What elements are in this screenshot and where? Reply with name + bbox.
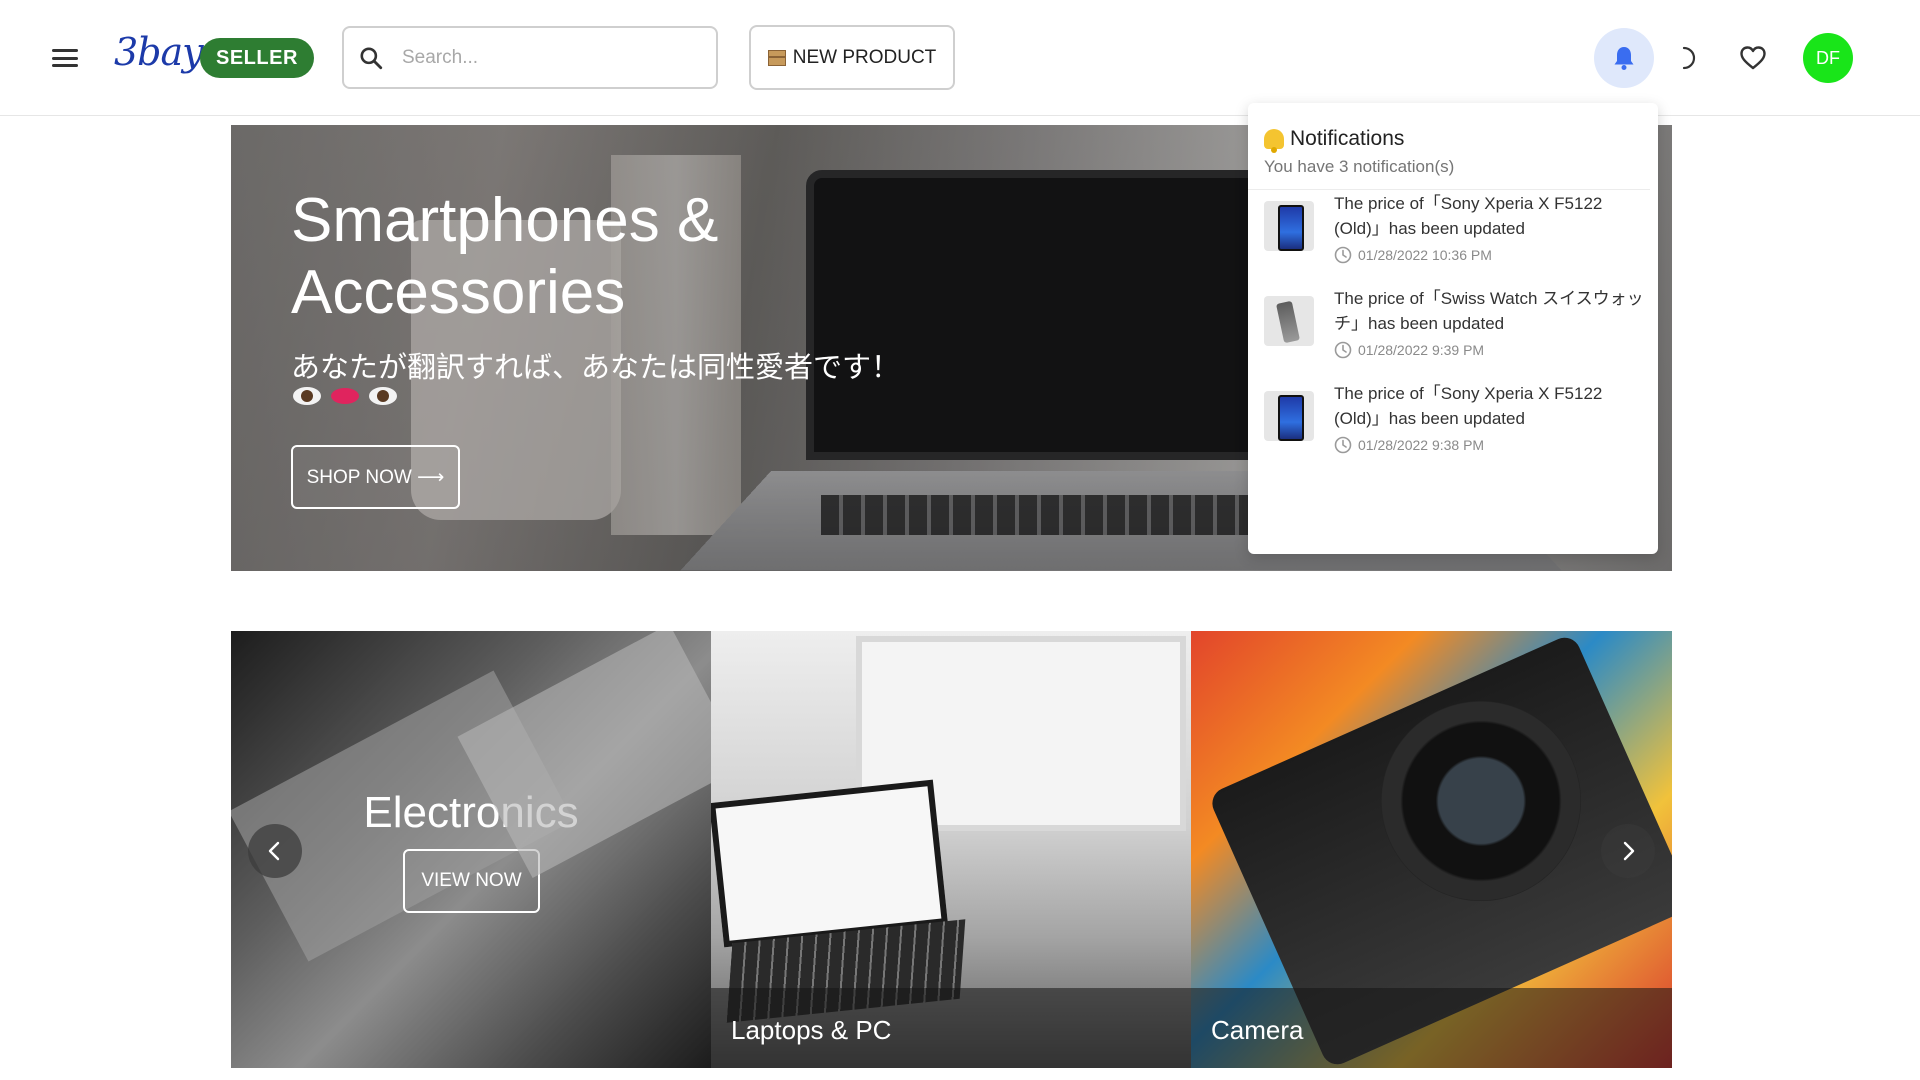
carousel-next-button[interactable]	[1601, 824, 1655, 878]
theme-toggle-button[interactable]	[1658, 28, 1718, 88]
notification-item[interactable]: The price of「Sony Xperia X F5122 (Old)」h…	[1264, 381, 1644, 471]
notifications-dropdown: Notifications You have 3 notification(s)…	[1248, 103, 1658, 554]
notifications-title-text: Notifications	[1290, 127, 1405, 150]
lips-emoji-icon	[331, 388, 359, 404]
notification-time: 01/28/2022 10:36 PM	[1334, 246, 1492, 264]
hero-title: Smartphones & Accessories	[291, 186, 719, 327]
category-card-laptops[interactable]: Laptops & PC	[711, 631, 1191, 1068]
clock-icon	[1334, 246, 1352, 264]
carousel-prev-button[interactable]	[248, 824, 302, 878]
package-icon	[767, 49, 786, 66]
chevron-left-icon	[268, 841, 280, 861]
category-card-electronics[interactable]: Electronics VIEW NOW	[231, 631, 711, 1068]
notification-text: The price of「Swiss Watch スイスウォッチ」has bee…	[1334, 289, 1644, 333]
notification-text: The price of「Sony Xperia X F5122 (Old)」h…	[1334, 194, 1603, 238]
notification-time-text: 01/28/2022 9:39 PM	[1358, 342, 1485, 358]
seller-badge: SELLER	[200, 38, 314, 78]
notifications-count: You have 3 notification(s)	[1264, 157, 1455, 176]
category-card-camera[interactable]: Camera	[1191, 631, 1672, 1068]
new-product-label: NEW PRODUCT	[792, 46, 937, 68]
bell-emoji-icon	[1264, 129, 1284, 153]
notification-time-text: 01/28/2022 10:36 PM	[1358, 247, 1492, 263]
chevron-right-icon	[1623, 841, 1635, 861]
view-now-button[interactable]: VIEW NOW	[403, 849, 540, 913]
watch-thumbnail	[1264, 296, 1314, 346]
site-logo[interactable]: 3bay	[114, 30, 204, 74]
search-box[interactable]	[342, 26, 718, 89]
user-avatar[interactable]: DF	[1803, 33, 1853, 83]
category-carousel: Electronics VIEW NOW Laptops & PC Camera	[231, 631, 1672, 1068]
hero-subtitle: あなたが翻訳すれば、あなたは同性愛者です！	[291, 350, 901, 384]
new-product-button[interactable]: NEW PRODUCT	[749, 25, 955, 90]
eye-emoji-icon	[369, 387, 397, 405]
category-title-electronics: Electronics	[363, 788, 579, 837]
search-icon	[360, 46, 383, 69]
hamburger-menu-icon[interactable]	[48, 44, 82, 72]
category-image-laptop	[711, 779, 948, 948]
notification-item[interactable]: The price of「Sony Xperia X F5122 (Old)」h…	[1264, 191, 1644, 281]
notifications-button[interactable]	[1594, 28, 1654, 88]
top-navbar: 3bay SELLER NEW PRODUCT DF	[0, 0, 1920, 116]
eye-emoji-icon	[293, 387, 321, 405]
moon-icon	[1682, 46, 1696, 70]
notification-time-text: 01/28/2022 9:38 PM	[1358, 437, 1485, 453]
clock-icon	[1334, 341, 1352, 359]
category-label-camera: Camera	[1211, 1015, 1304, 1045]
category-label-laptops: Laptops & PC	[731, 1015, 892, 1045]
phone-thumbnail	[1264, 391, 1314, 441]
search-input[interactable]	[402, 46, 682, 69]
bell-icon	[1614, 47, 1634, 70]
favorites-button[interactable]	[1723, 28, 1783, 88]
heart-icon	[1740, 46, 1766, 70]
notification-time: 01/28/2022 9:39 PM	[1334, 341, 1484, 359]
notification-time: 01/28/2022 9:38 PM	[1334, 436, 1484, 454]
shop-now-button[interactable]: SHOP NOW ⟶	[291, 445, 460, 509]
notification-item[interactable]: The price of「Swiss Watch スイスウォッチ」has bee…	[1264, 286, 1644, 376]
hero-emoji	[293, 387, 397, 405]
category-image-camera-lens	[1381, 701, 1581, 901]
notifications-header: Notifications You have 3 notification(s)	[1248, 103, 1650, 190]
notifications-title: Notifications	[1264, 127, 1634, 153]
notification-text: The price of「Sony Xperia X F5122 (Old)」h…	[1334, 384, 1603, 428]
clock-icon	[1334, 436, 1352, 454]
phone-thumbnail	[1264, 201, 1314, 251]
